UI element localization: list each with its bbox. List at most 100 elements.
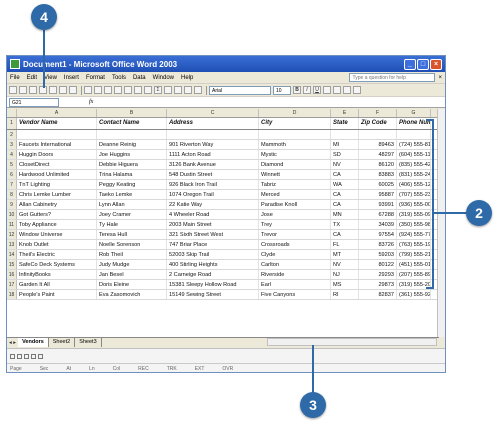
italic-button[interactable]: I (303, 86, 311, 94)
row-header[interactable]: 12 (7, 230, 17, 239)
row-header[interactable]: 3 (7, 140, 17, 149)
table-cell[interactable]: 52003 Skip Trail (167, 250, 259, 259)
table-cell[interactable]: (763) 555-1928 (397, 240, 431, 249)
menu-window[interactable]: Window (153, 75, 174, 81)
row-header[interactable]: 18 (7, 290, 17, 299)
table-cell[interactable]: Jan Besel (97, 270, 167, 279)
minimize-button[interactable]: _ (404, 58, 416, 70)
table-cell[interactable]: 321 Sixth Street West (167, 230, 259, 239)
table-cell[interactable]: (406) 555-1208 (397, 180, 431, 189)
table-cell[interactable]: 89463 (359, 140, 397, 149)
table-cell[interactable]: Tabriz (259, 180, 331, 189)
hyperlink-icon[interactable] (144, 86, 152, 94)
table-cell[interactable]: 67288 (359, 210, 397, 219)
header-cell[interactable]: City (259, 118, 331, 129)
table-cell[interactable]: Joe Huggins (97, 150, 167, 159)
row-header[interactable]: 4 (7, 150, 17, 159)
align-right-icon[interactable] (343, 86, 351, 94)
table-cell[interactable]: Earl (259, 280, 331, 289)
table-cell[interactable]: (936) 555-0077 (397, 200, 431, 209)
chart-icon[interactable] (174, 86, 182, 94)
undo-icon[interactable] (124, 86, 132, 94)
table-cell[interactable]: Merced (259, 190, 331, 199)
table-cell[interactable]: 34039 (359, 220, 397, 229)
table-cell[interactable]: RI (331, 290, 359, 299)
table-cell[interactable]: 2 Carneige Road (167, 270, 259, 279)
row-header[interactable]: 1 (7, 118, 17, 129)
autosum-icon[interactable]: Σ (154, 86, 162, 94)
tab-vendors[interactable]: Vendors (18, 338, 49, 347)
table-cell[interactable]: WA (331, 180, 359, 189)
zoom-icon[interactable] (194, 86, 202, 94)
menu-data[interactable]: Data (133, 75, 146, 81)
table-cell[interactable]: Theil's Electric (17, 250, 97, 259)
table-cell[interactable] (397, 130, 431, 139)
table-cell[interactable]: Doris Eleine (97, 280, 167, 289)
table-cell[interactable]: Winnett (259, 170, 331, 179)
table-cell[interactable] (97, 130, 167, 139)
row-header[interactable]: 6 (7, 170, 17, 179)
underline-button[interactable]: U (313, 86, 321, 94)
column-header[interactable]: B (97, 109, 167, 117)
table-cell[interactable]: 3126 Bank Avenue (167, 160, 259, 169)
table-cell[interactable]: Joey Cramer (97, 210, 167, 219)
table-cell[interactable] (359, 130, 397, 139)
table-cell[interactable]: Debbie Higuera (97, 160, 167, 169)
table-cell[interactable]: MT (331, 250, 359, 259)
font-select[interactable]: Arial (209, 85, 271, 95)
table-cell[interactable]: MI (331, 140, 359, 149)
table-cell[interactable]: 4 Wheeler Road (167, 210, 259, 219)
tab-sheet2[interactable]: Sheet2 (49, 338, 76, 347)
table-cell[interactable]: 548 Dustin Street (167, 170, 259, 179)
header-cell[interactable]: Contact Name (97, 118, 167, 129)
table-cell[interactable]: Mystic (259, 150, 331, 159)
table-cell[interactable] (167, 130, 259, 139)
table-cell[interactable]: Window Universe (17, 230, 97, 239)
column-header[interactable]: A (17, 109, 97, 117)
table-cell[interactable]: 82837 (359, 290, 397, 299)
header-cell[interactable]: Address (167, 118, 259, 129)
table-cell[interactable]: 1074 Oregon Trail (167, 190, 259, 199)
reading-view-icon[interactable] (38, 354, 43, 359)
table-cell[interactable]: (350) 555-9874 (397, 220, 431, 229)
table-cell[interactable] (331, 130, 359, 139)
cut-icon[interactable] (84, 86, 92, 94)
table-cell[interactable]: TX (331, 220, 359, 229)
justify-icon[interactable] (353, 86, 361, 94)
tab-scroll-arrows-icon[interactable]: ◂ ▸ (9, 340, 16, 346)
table-cell[interactable]: 86120 (359, 160, 397, 169)
table-cell[interactable]: Rob Theil (97, 250, 167, 259)
table-cell[interactable]: 95887 (359, 190, 397, 199)
table-cell[interactable]: Trey (259, 220, 331, 229)
table-cell[interactable]: Teresa Hull (97, 230, 167, 239)
table-cell[interactable]: 2003 Main Street (167, 220, 259, 229)
row-header[interactable]: 7 (7, 180, 17, 189)
help-search-input[interactable]: Type a question for help (349, 73, 436, 82)
menu-format[interactable]: Format (86, 75, 105, 81)
table-cell[interactable]: 93991 (359, 200, 397, 209)
table-cell[interactable]: Carlton (259, 260, 331, 269)
table-cell[interactable]: 22 Katie Way (167, 200, 259, 209)
row-header[interactable]: 17 (7, 280, 17, 289)
table-cell[interactable]: Ty Hale (97, 220, 167, 229)
table-cell[interactable]: CA (331, 170, 359, 179)
menu-edit[interactable]: Edit (27, 75, 37, 81)
table-cell[interactable]: 80122 (359, 260, 397, 269)
table-cell[interactable]: (831) 555-2487 (397, 170, 431, 179)
table-cell[interactable]: 60025 (359, 180, 397, 189)
menu-tools[interactable]: Tools (112, 75, 126, 81)
table-cell[interactable]: Five Canyons (259, 290, 331, 299)
table-cell[interactable]: Trevor (259, 230, 331, 239)
table-cell[interactable]: NV (331, 160, 359, 169)
table-cell[interactable]: (604) 555-1162 (397, 150, 431, 159)
tab-sheet3[interactable]: Sheet3 (75, 338, 102, 347)
column-header[interactable]: E (331, 109, 359, 117)
bold-button[interactable]: B (293, 86, 301, 94)
drawing-icon[interactable] (184, 86, 192, 94)
table-cell[interactable]: NJ (331, 270, 359, 279)
print-view-icon[interactable] (24, 354, 29, 359)
table-cell[interactable]: (319) 555-0987 (397, 210, 431, 219)
table-cell[interactable]: SafeCo Deck Systems (17, 260, 97, 269)
table-cell[interactable]: (361) 555-9283 (397, 290, 431, 299)
table-cell[interactable]: 29293 (359, 270, 397, 279)
